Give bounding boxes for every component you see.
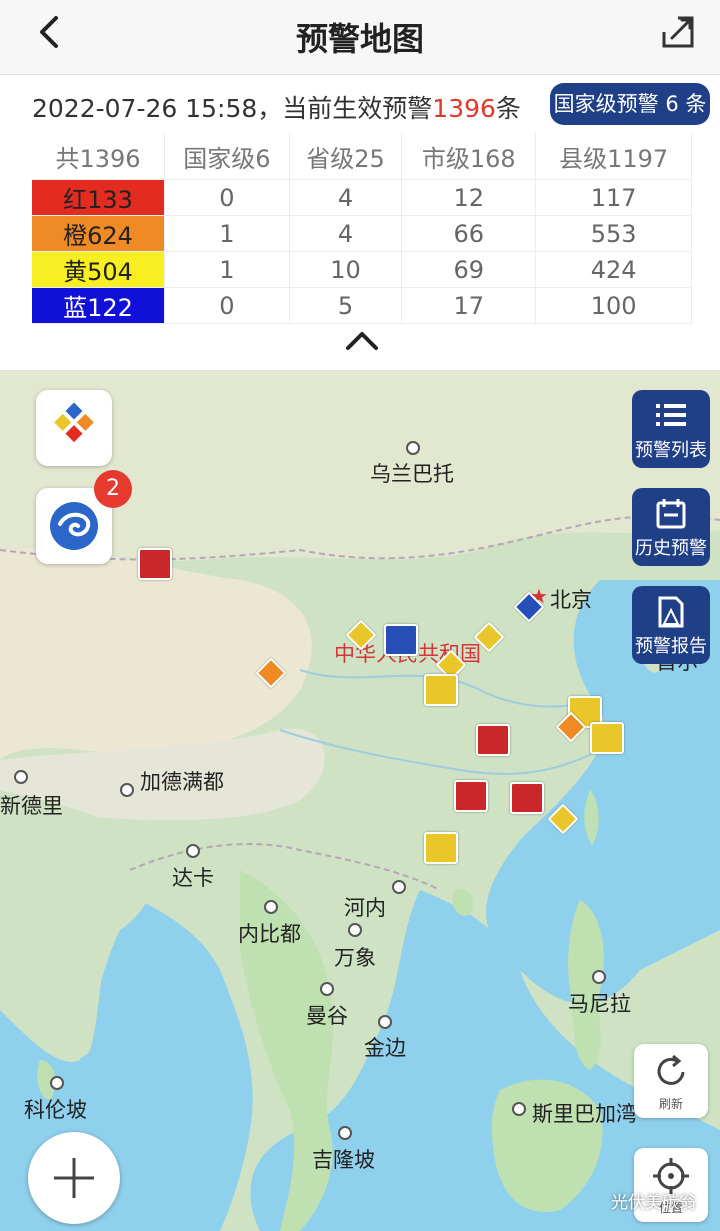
city-dot [406,441,420,455]
summary-suffix: 条 [495,94,521,123]
table-header-row: 共1396 国家级6 省级25 市级168 县级1197 [32,133,692,180]
app-logo-button[interactable] [36,390,112,466]
city-dot [512,1102,526,1116]
city-dot [264,900,278,914]
plus-icon [54,1158,94,1198]
city-dot [348,923,362,937]
table-header: 县级1197 [535,133,692,180]
refresh-label: 刷新 [658,1097,683,1111]
table-header: 市级168 [401,133,537,180]
warning-marker[interactable] [454,780,488,812]
table-cell: 553 [535,215,692,252]
city-dot [50,1076,64,1090]
level-yellow-label: 黄504 [32,251,165,288]
city-phnom-penh: 金边 [364,1036,406,1060]
warning-report-button[interactable]: 预警报告 [632,586,710,664]
table-header: 国家级6 [164,133,290,180]
warning-marker[interactable] [510,782,544,814]
city-dot [186,844,200,858]
table-cell: 10 [289,251,403,288]
city-vientiane: 万象 [334,946,376,970]
watermark-text: 光伏美碳翁 [611,1193,696,1213]
warning-marker[interactable] [384,624,418,656]
city-hanoi: 河内 [344,896,386,920]
city-naypyidaw: 内比都 [238,922,301,946]
city-beijing: 北京 [550,588,592,612]
refresh-button[interactable]: 刷新 [634,1044,708,1118]
table-cell: 1 [164,251,290,288]
table-cell: 12 [401,179,537,216]
table-cell: 117 [535,179,692,216]
refresh-icon [657,1054,685,1085]
level-red-label: 红133 [32,179,165,216]
list-icon [656,404,686,426]
city-dhaka: 达卡 [172,866,214,890]
table-header: 省级25 [289,133,403,180]
city-dot [392,880,406,894]
report-icon [658,596,684,628]
top-bar: 预警地图 [0,0,720,75]
national-warning-button[interactable]: 国家级预警 6 条 [550,83,710,125]
city-ulaanbaatar: 乌兰巴托 [370,462,454,486]
warning-stats-table: 共1396 国家级6 省级25 市级168 县级1197 红133 0 4 12… [32,133,692,324]
level-blue-label: 蓝122 [32,287,165,324]
city-dot [338,1126,352,1140]
chevron-up-icon [346,332,378,350]
city-dot [378,1015,392,1029]
table-cell: 69 [401,251,537,288]
table-cell: 100 [535,287,692,324]
table-cell: 4 [289,215,403,252]
city-bandar-seri-begawan: 斯里巴加湾 [532,1102,637,1126]
cma-logo-icon [54,402,94,443]
city-manila: 马尼拉 [568,992,631,1016]
city-dot [320,982,334,996]
table-row-blue: 蓝122 0 5 17 100 [32,287,692,324]
table-cell: 17 [401,287,537,324]
table-row-orange: 橙624 1 4 66 553 [32,215,692,252]
calendar-icon [656,499,686,529]
warning-marker[interactable] [590,722,624,754]
warning-map[interactable]: 中华人民共和国 乌兰巴托 北京 ★ 加德满都 新德里 达卡 河内 内比都 万象 … [0,370,720,1231]
notification-badge: 2 [94,470,132,508]
summary-line: 2022-07-26 15:58，当前生效预警1396条 [32,89,521,125]
level-orange-label: 橙624 [32,215,165,252]
table-row-red: 红133 0 4 12 117 [32,179,692,216]
city-dot [120,783,134,797]
warning-list-label: 预警列表 [635,440,707,461]
warning-list-button[interactable]: 预警列表 [632,390,710,468]
warning-marker[interactable] [424,674,458,706]
city-kuala-lumpur: 吉隆坡 [312,1148,375,1172]
warning-summary: 2022-07-26 15:58，当前生效预警1396条 国家级预警 6 条 共… [0,75,720,365]
table-cell: 1 [164,215,290,252]
table-header: 共1396 [32,133,165,180]
city-kathmandu: 加德满都 [140,770,224,794]
share-icon [662,16,694,48]
collapse-button[interactable] [344,328,380,354]
city-new-delhi: 新德里 [0,794,63,818]
warning-report-label: 预警报告 [635,636,707,657]
warning-marker[interactable] [138,548,172,580]
city-dot [14,770,28,784]
summary-prefix: 2022-07-26 15:58，当前生效预警 [32,94,433,123]
history-warning-button[interactable]: 历史预警 [632,488,710,566]
table-cell: 4 [289,179,403,216]
table-cell: 424 [535,251,692,288]
table-cell: 0 [164,287,290,324]
share-button[interactable] [658,12,698,52]
zoom-in-button[interactable] [28,1132,120,1224]
warning-marker[interactable] [476,724,510,756]
table-cell: 5 [289,287,403,324]
city-dot [592,970,606,984]
page-title: 预警地图 [295,20,424,58]
table-cell: 66 [401,215,537,252]
table-row-yellow: 黄504 1 10 69 424 [32,251,692,288]
history-warning-label: 历史预警 [635,538,707,559]
table-cell: 0 [164,179,290,216]
active-warning-count: 1396 [432,94,496,123]
city-colombo: 科伦坡 [24,1098,87,1122]
city-bangkok: 曼谷 [306,1004,348,1028]
warning-marker[interactable] [424,832,458,864]
